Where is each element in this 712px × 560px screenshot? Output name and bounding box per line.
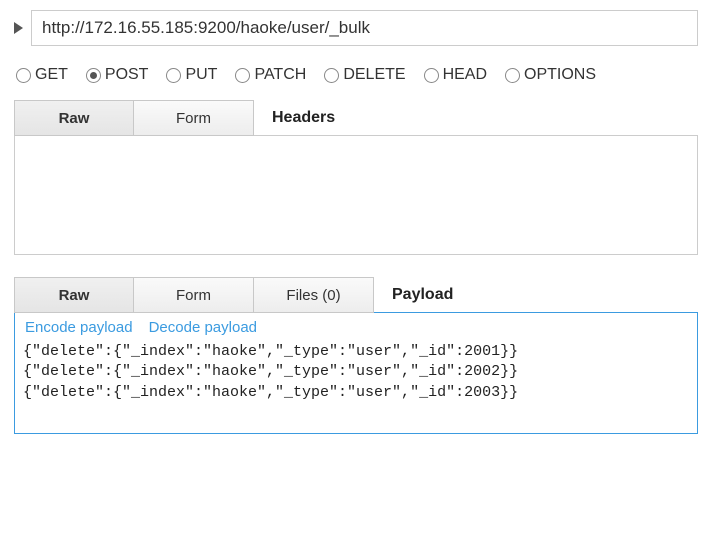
method-patch[interactable]: PATCH bbox=[235, 66, 306, 84]
url-row bbox=[14, 10, 698, 46]
decode-payload-link[interactable]: Decode payload bbox=[149, 319, 257, 336]
method-label: PUT bbox=[185, 66, 217, 84]
method-post[interactable]: POST bbox=[86, 66, 149, 84]
headers-tab-raw[interactable]: Raw bbox=[14, 100, 134, 136]
headers-section-label: Headers bbox=[254, 100, 335, 136]
method-head[interactable]: HEAD bbox=[424, 66, 487, 84]
method-label: PATCH bbox=[254, 66, 306, 84]
method-label: GET bbox=[35, 66, 68, 84]
payload-tab-form[interactable]: Form bbox=[134, 277, 254, 313]
payload-tab-row: Raw Form Files (0) Payload bbox=[14, 277, 698, 313]
method-label: OPTIONS bbox=[524, 66, 596, 84]
headers-textarea[interactable] bbox=[14, 135, 698, 255]
http-method-row: GET POST PUT PATCH DELETE HEAD OPTIONS bbox=[14, 60, 698, 98]
payload-tab-raw[interactable]: Raw bbox=[14, 277, 134, 313]
method-label: HEAD bbox=[443, 66, 487, 84]
radio-icon bbox=[166, 68, 181, 83]
payload-tab-files[interactable]: Files (0) bbox=[254, 277, 374, 313]
encode-payload-link[interactable]: Encode payload bbox=[25, 319, 133, 336]
method-options[interactable]: OPTIONS bbox=[505, 66, 596, 84]
radio-icon bbox=[424, 68, 439, 83]
method-put[interactable]: PUT bbox=[166, 66, 217, 84]
method-get[interactable]: GET bbox=[16, 66, 68, 84]
radio-icon bbox=[86, 68, 101, 83]
url-input[interactable] bbox=[31, 10, 698, 46]
radio-icon bbox=[324, 68, 339, 83]
headers-tab-form[interactable]: Form bbox=[134, 100, 254, 136]
radio-icon bbox=[505, 68, 520, 83]
payload-section-label: Payload bbox=[374, 277, 453, 313]
payload-links: Encode payload Decode payload bbox=[15, 313, 697, 340]
method-delete[interactable]: DELETE bbox=[324, 66, 405, 84]
radio-icon bbox=[16, 68, 31, 83]
payload-box: Encode payload Decode payload bbox=[14, 312, 698, 434]
payload-textarea[interactable] bbox=[15, 340, 697, 430]
expand-icon[interactable] bbox=[14, 22, 23, 34]
radio-icon bbox=[235, 68, 250, 83]
method-label: POST bbox=[105, 66, 149, 84]
method-label: DELETE bbox=[343, 66, 405, 84]
headers-tab-row: Raw Form Headers bbox=[14, 100, 698, 136]
